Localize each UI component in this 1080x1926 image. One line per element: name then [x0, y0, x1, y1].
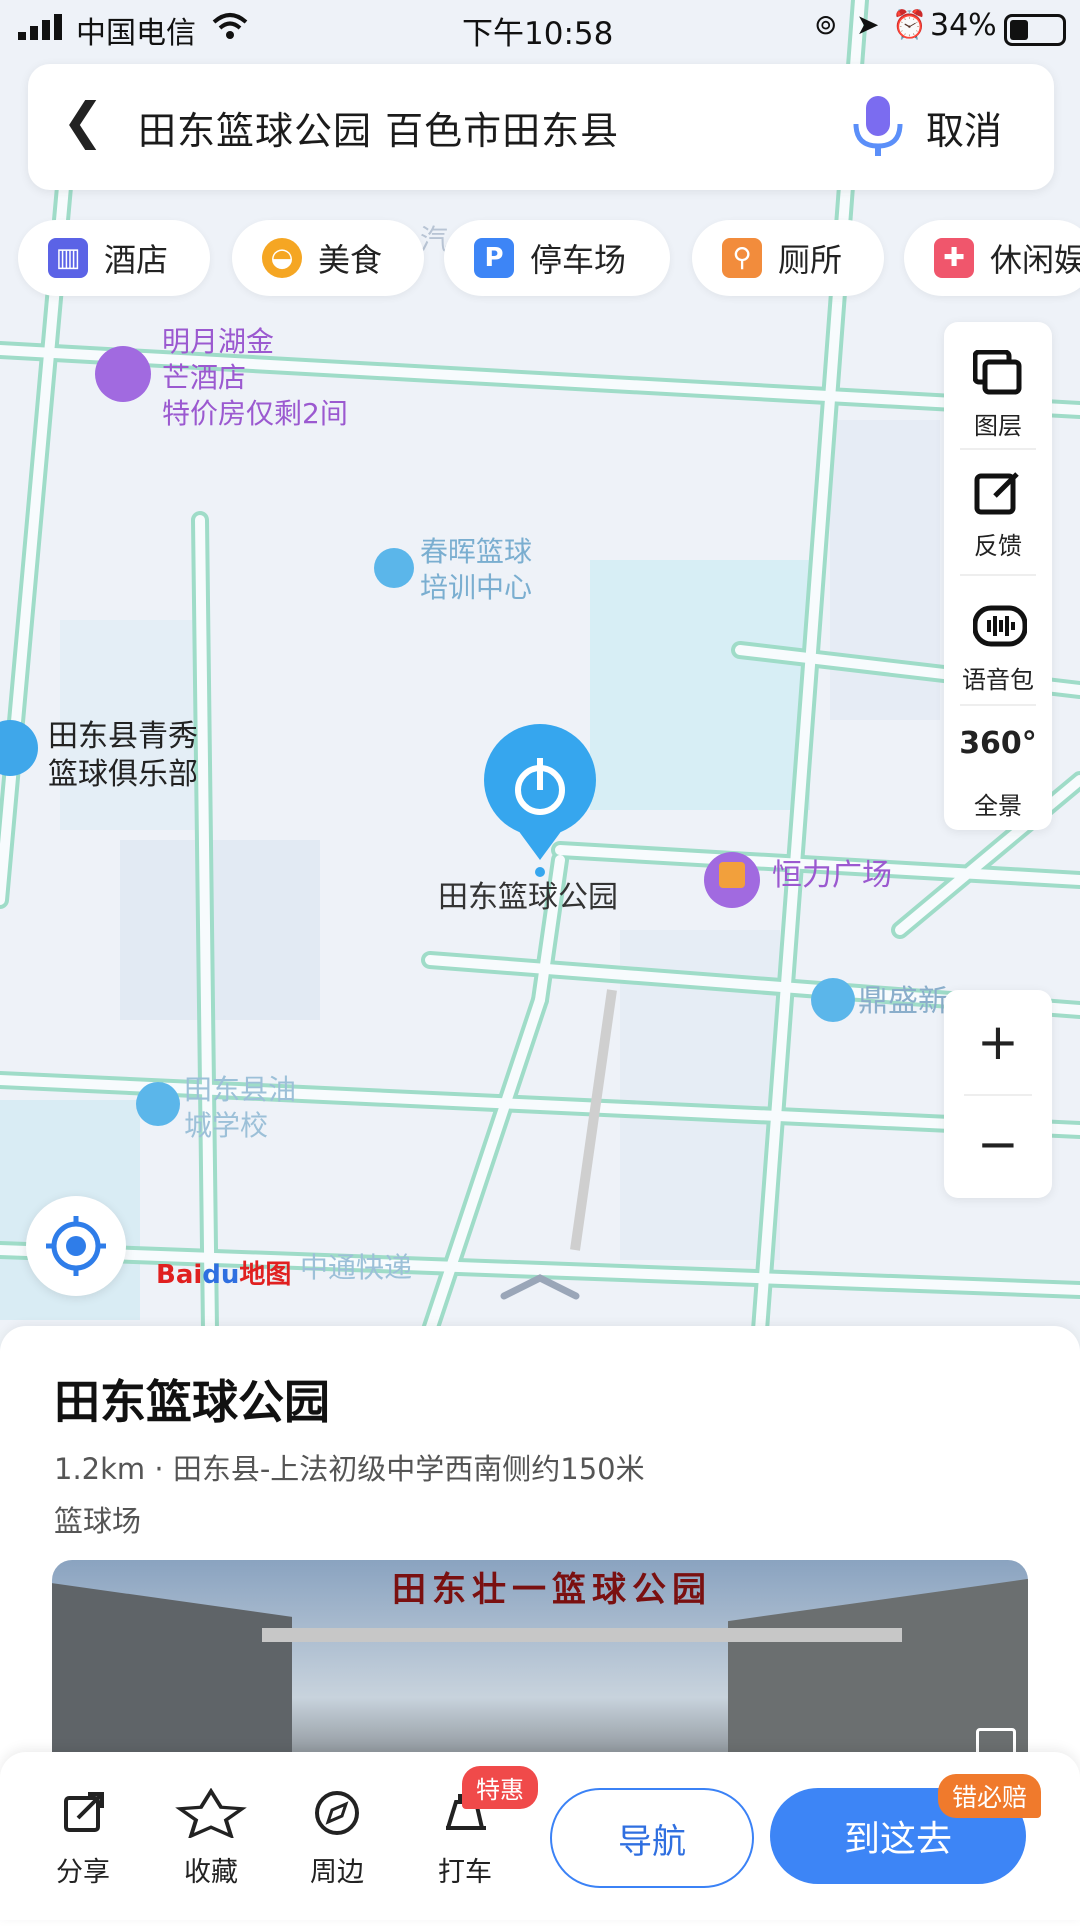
- poi-dingsheng[interactable]: 鼎盛新: [858, 984, 948, 1020]
- parking-icon: P: [474, 238, 514, 278]
- locate-me-button[interactable]: [26, 1196, 126, 1296]
- search-bar[interactable]: ❮ 田东篮球公园 百色市田东县 取消: [28, 64, 1054, 190]
- map-roads: [0, 0, 1080, 1330]
- tool-voice-pack[interactable]: 语音包: [944, 586, 1052, 698]
- poi-hengli[interactable]: 恒力广场: [772, 858, 892, 894]
- tool-layers[interactable]: 图层: [944, 332, 1052, 444]
- map-tools-panel: 图层 反馈 语音包 360° 全景: [944, 322, 1052, 830]
- chip-toilet[interactable]: ⚲ 厕所: [692, 220, 884, 296]
- zoom-in-button[interactable]: +: [944, 1006, 1052, 1078]
- status-bar: 中国电信 下午10:58 ⊚ ➤ ⏰ 34%: [0, 0, 1080, 54]
- zoom-out-button[interactable]: −: [944, 1108, 1052, 1180]
- battery-percent: 34%: [930, 8, 997, 43]
- guarantee-badge: 错必赔: [938, 1774, 1042, 1818]
- cancel-button[interactable]: 取消: [926, 100, 1002, 155]
- alarm-icon: ⏰: [892, 8, 927, 41]
- poi-hotel-name[interactable]: 明月湖金 芒酒店 特价房仅剩2间: [162, 324, 348, 432]
- compass-icon: [315, 1791, 359, 1835]
- hotel-marker: [95, 346, 151, 402]
- map-canvas[interactable]: 明月湖金 芒酒店 特价房仅剩2间 春晖篮球 培训中心 田东县青秀 篮球俱乐部 田…: [0, 0, 1080, 1330]
- layers-icon: [973, 350, 1022, 395]
- share-button[interactable]: 分享: [38, 1788, 128, 1888]
- qingxiu-marker: [0, 720, 38, 776]
- hotel-icon: ▥: [48, 238, 88, 278]
- photo-sign-text: 田东壮一篮球公园: [392, 1570, 712, 1610]
- share-icon: [64, 1792, 104, 1832]
- carrier-name: 中国电信: [76, 16, 196, 51]
- taxi-discount-badge: 特惠: [462, 1766, 538, 1809]
- wifi-icon: [212, 13, 248, 39]
- status-time: 下午10:58: [462, 16, 614, 52]
- chip-hotel[interactable]: ▥ 酒店: [18, 220, 210, 296]
- navigate-button[interactable]: 导航: [550, 1788, 754, 1888]
- poi-youcheng[interactable]: 田东县油 城学校: [184, 1072, 296, 1144]
- voice-pack-icon: [973, 605, 1027, 647]
- dingsheng-marker: [811, 978, 855, 1022]
- crosshair-icon: [46, 1216, 106, 1276]
- signal-icon: [18, 14, 62, 40]
- gamepad-icon: ✚: [934, 238, 974, 278]
- poi-destination-label[interactable]: 田东篮球公园: [438, 880, 618, 916]
- poi-qingxiu[interactable]: 田东县青秀 篮球俱乐部: [48, 718, 198, 794]
- nearby-button[interactable]: 周边: [292, 1788, 382, 1888]
- place-distance-address: 1.2km · 田东县-上法初级中学西南侧约150米: [54, 1452, 645, 1486]
- place-title: 田东篮球公园: [54, 1375, 330, 1429]
- microphone-icon[interactable]: [848, 94, 908, 160]
- tool-panorama[interactable]: 360° 全景: [944, 712, 1052, 824]
- baidu-logo: Baidu地图: [156, 1260, 292, 1290]
- lock-rotation-icon: ⊚: [814, 8, 838, 41]
- chip-food[interactable]: ◒ 美食: [232, 220, 424, 296]
- favorite-button[interactable]: 收藏: [166, 1787, 256, 1888]
- chip-parking[interactable]: P 停车场: [444, 220, 670, 296]
- location-arrow-icon: ➤: [856, 8, 880, 41]
- place-category: 篮球场: [54, 1504, 142, 1538]
- zoom-control: + −: [944, 990, 1052, 1198]
- search-query[interactable]: 田东篮球公园 百色市田东县: [138, 100, 619, 155]
- youcheng-marker: [136, 1082, 180, 1126]
- battery-icon: [1004, 14, 1066, 46]
- star-icon: [175, 1787, 247, 1840]
- toilet-icon: ⚲: [722, 238, 762, 278]
- poi-zhongtong[interactable]: 中通快递: [300, 1250, 412, 1286]
- expand-handle-icon[interactable]: [498, 1272, 582, 1302]
- panorama-360-icon: 360°: [959, 726, 1037, 761]
- chunhui-marker: [374, 548, 414, 588]
- poi-chunhui[interactable]: 春晖篮球 培训中心: [420, 534, 532, 606]
- tool-feedback[interactable]: 反馈: [944, 452, 1052, 564]
- chip-leisure[interactable]: ✚ 休闲娱: [904, 220, 1080, 296]
- food-icon: ◒: [262, 238, 302, 278]
- feedback-icon: [974, 472, 1019, 515]
- back-icon[interactable]: ❮: [62, 92, 104, 150]
